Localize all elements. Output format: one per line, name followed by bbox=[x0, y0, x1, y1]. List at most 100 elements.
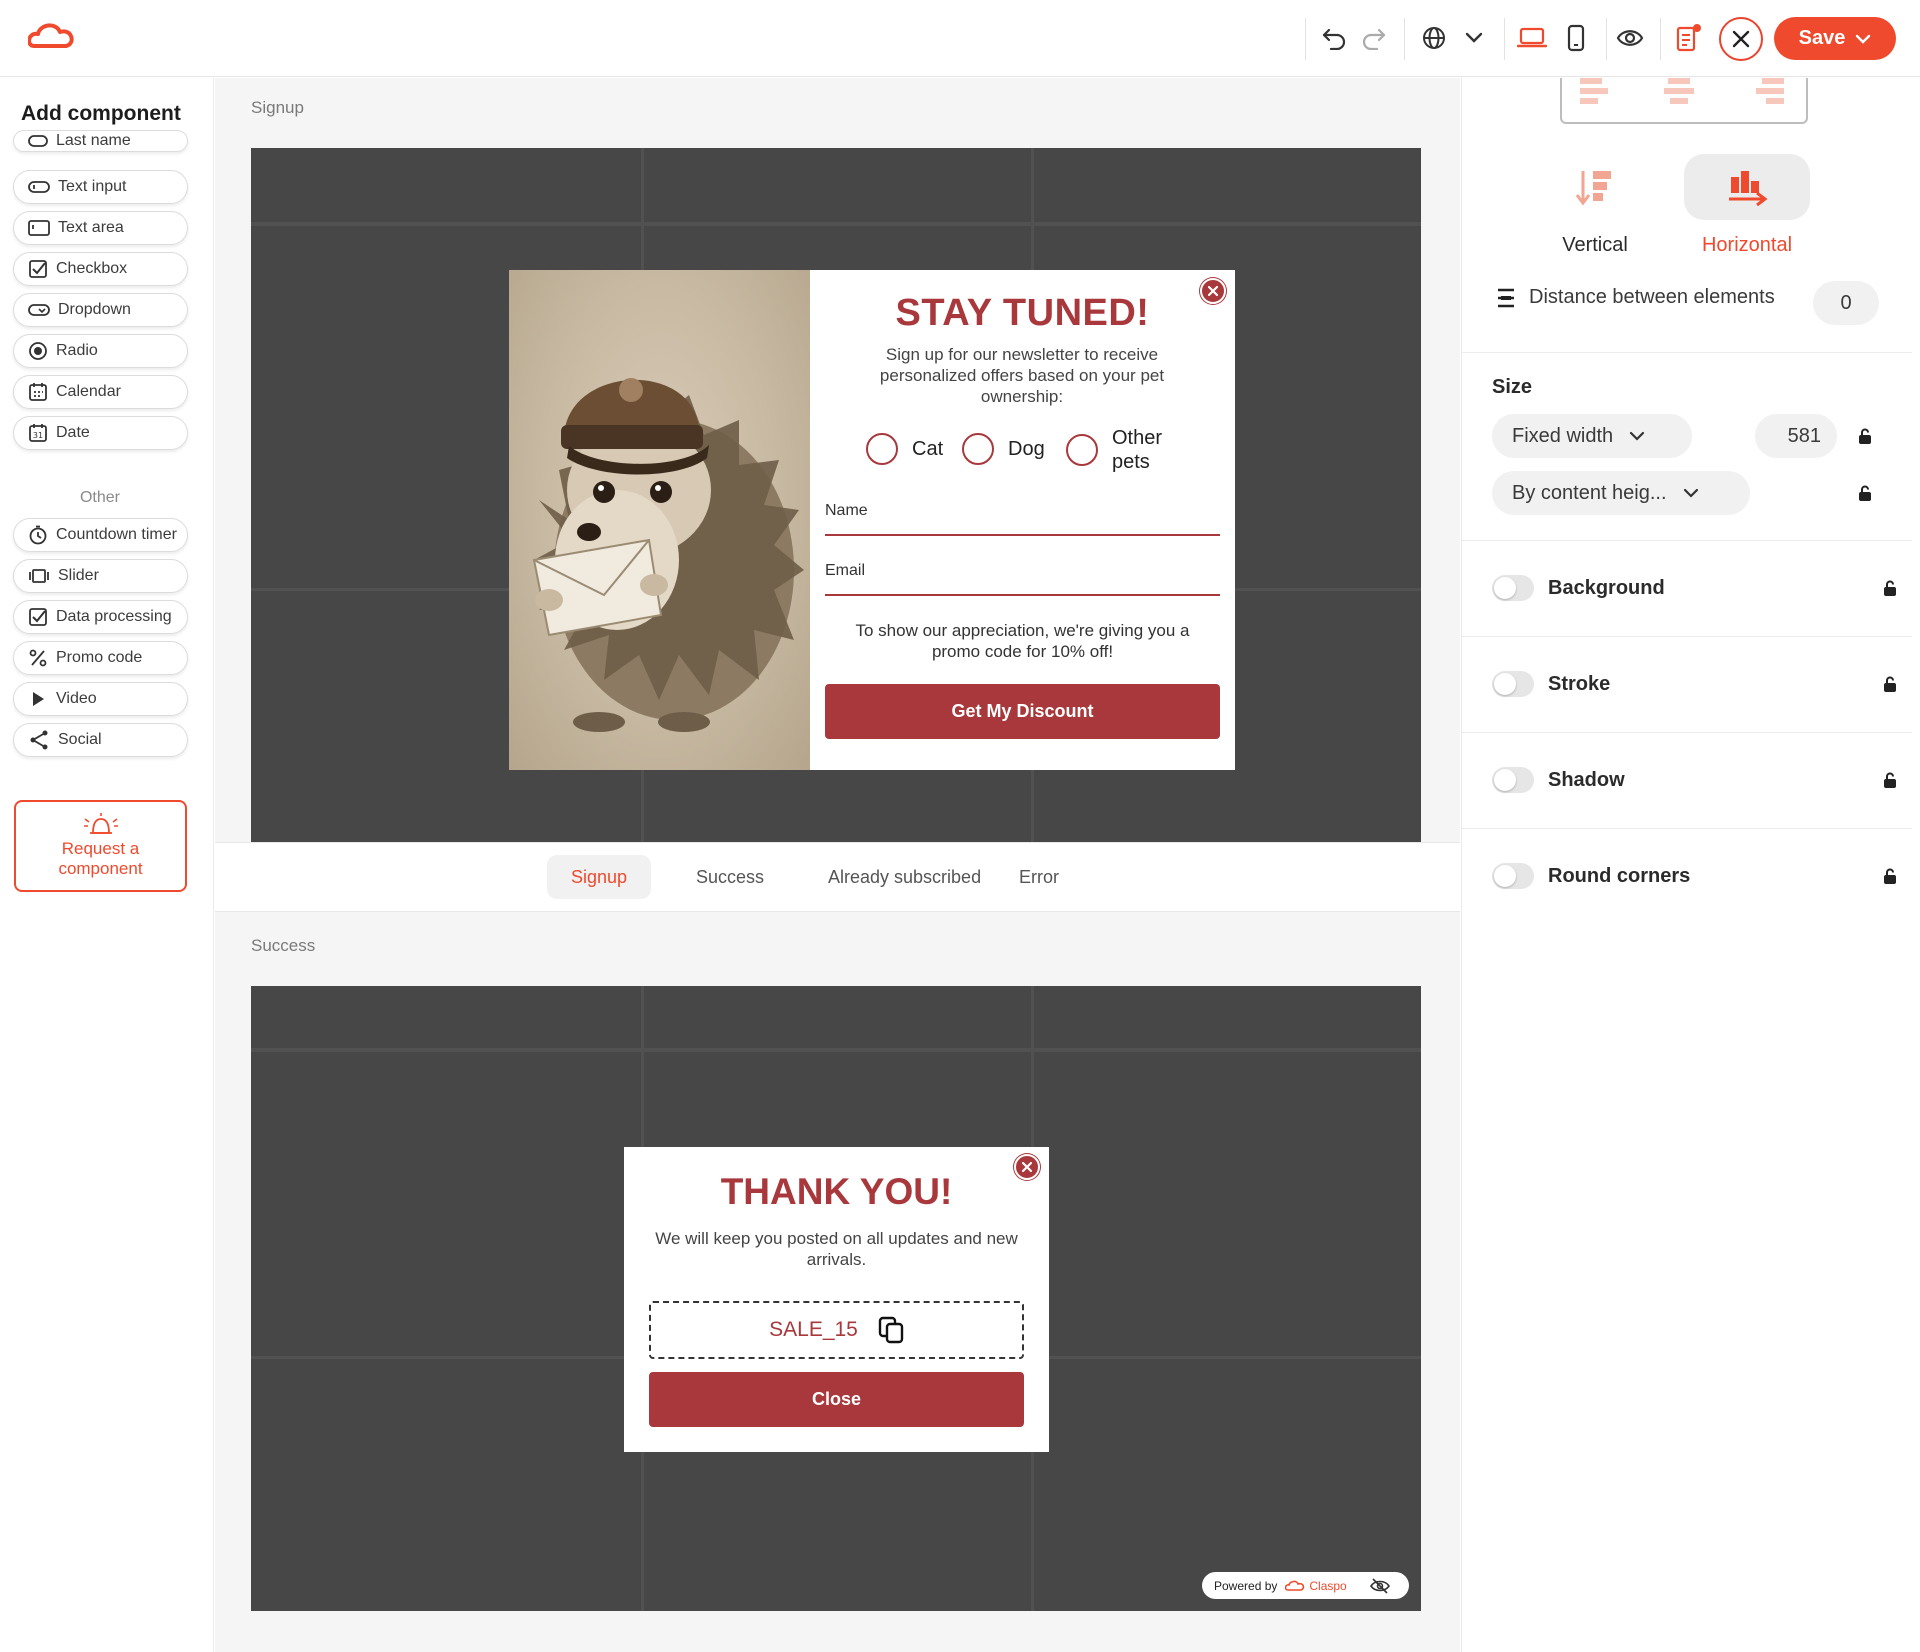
component-text-area[interactable]: Text area bbox=[13, 211, 188, 245]
request-component-button[interactable]: Request a component bbox=[14, 800, 187, 892]
radio-label: Other pets bbox=[1112, 427, 1163, 473]
email-field[interactable]: Email bbox=[825, 562, 1220, 596]
radio-option-other-pets[interactable]: Other pets bbox=[1066, 426, 1172, 474]
popup-subtitle: Sign up for our newsletter to receive pe… bbox=[879, 345, 1165, 406]
component-social[interactable]: Social bbox=[13, 723, 188, 757]
component-dropdown[interactable]: Dropdown bbox=[13, 293, 188, 327]
add-component-sidebar: Add component Last name Text input Text … bbox=[0, 78, 214, 1652]
tab-error[interactable]: Error bbox=[995, 855, 1083, 899]
component-video[interactable]: Video bbox=[13, 682, 188, 716]
save-button[interactable]: Save bbox=[1774, 17, 1896, 60]
lock-icon[interactable] bbox=[1883, 868, 1897, 884]
round-corners-toggle[interactable] bbox=[1492, 863, 1534, 889]
get-discount-button[interactable]: Get My Discount bbox=[825, 684, 1220, 739]
state-tabs: Signup Success Already subscribed Error bbox=[215, 842, 1460, 912]
lock-icon[interactable] bbox=[1883, 580, 1897, 596]
percent-icon bbox=[29, 649, 47, 667]
component-label: Date bbox=[56, 424, 90, 441]
distance-input[interactable]: 0 bbox=[1813, 281, 1879, 325]
close-icon bbox=[1732, 30, 1750, 48]
signup-section-label: Signup bbox=[251, 98, 304, 117]
undo-icon[interactable] bbox=[1316, 20, 1352, 56]
signup-stage[interactable]: STAY TUNED! Sign up for our newsletter t… bbox=[251, 148, 1421, 842]
brand-name: Claspo bbox=[1309, 1578, 1347, 1593]
globe-icon[interactable] bbox=[1416, 20, 1452, 56]
toggle-label: Stroke bbox=[1548, 672, 1611, 695]
chevron-down-icon bbox=[1856, 34, 1871, 44]
lock-icon[interactable] bbox=[1883, 772, 1897, 788]
component-last-name[interactable]: Last name bbox=[13, 130, 188, 152]
shadow-toggle[interactable] bbox=[1492, 767, 1534, 793]
component-data-processing[interactable]: Data processing bbox=[13, 600, 188, 634]
date-icon: 31 bbox=[29, 424, 47, 442]
component-text-input[interactable]: Text input bbox=[13, 170, 188, 204]
direction-horizontal-option[interactable]: Horizontal bbox=[1684, 154, 1810, 257]
lock-icon[interactable] bbox=[1858, 485, 1872, 501]
chevron-down-icon bbox=[1683, 488, 1698, 498]
distance-between-elements: Distance between elements bbox=[1495, 286, 1775, 309]
copy-icon[interactable] bbox=[878, 1316, 904, 1344]
component-calendar[interactable]: Calendar bbox=[13, 375, 188, 409]
stroke-toggle[interactable] bbox=[1492, 671, 1534, 697]
spacing-icon bbox=[1498, 288, 1514, 307]
grid-line bbox=[251, 222, 1421, 226]
text-input-icon bbox=[28, 181, 50, 193]
claspo-logo-icon bbox=[1285, 1580, 1305, 1591]
stroke-toggle-row: Stroke bbox=[1492, 671, 1897, 697]
name-field-label: Name bbox=[825, 502, 868, 519]
component-slider[interactable]: Slider bbox=[13, 559, 188, 593]
direction-horizontal-label: Horizontal bbox=[1701, 234, 1793, 256]
component-label: Data processing bbox=[56, 608, 172, 625]
signup-popup[interactable]: STAY TUNED! Sign up for our newsletter t… bbox=[509, 270, 1235, 770]
grid-line bbox=[251, 1048, 1421, 1052]
background-toggle[interactable] bbox=[1492, 575, 1534, 601]
radio-option-dog[interactable]: Dog bbox=[962, 433, 1045, 465]
lock-icon[interactable] bbox=[1858, 428, 1872, 444]
notes-icon[interactable] bbox=[1670, 20, 1706, 56]
divider bbox=[1462, 732, 1912, 733]
play-icon bbox=[33, 692, 44, 706]
alarm-bell-icon bbox=[83, 813, 118, 834]
direction-vertical-option[interactable]: Vertical bbox=[1532, 154, 1658, 257]
claspo-logo-icon[interactable] bbox=[28, 22, 76, 52]
success-popup[interactable]: THANK YOU! We will keep you posted on al… bbox=[624, 1147, 1049, 1452]
mobile-view-icon[interactable] bbox=[1558, 20, 1594, 56]
component-checkbox[interactable]: Checkbox bbox=[13, 252, 188, 286]
direction-vertical-label: Vertical bbox=[1562, 234, 1628, 256]
text-area-icon bbox=[28, 220, 50, 236]
horizontal-layout-icon bbox=[1684, 154, 1810, 220]
component-radio[interactable]: Radio bbox=[13, 334, 188, 368]
redo-icon[interactable] bbox=[1356, 20, 1392, 56]
language-chevron-down-icon[interactable] bbox=[1456, 20, 1492, 56]
success-stage[interactable]: THANK YOU! We will keep you posted on al… bbox=[251, 986, 1421, 1611]
tab-success[interactable]: Success bbox=[672, 855, 788, 899]
width-mode-select[interactable]: Fixed width bbox=[1492, 414, 1692, 458]
radio-option-cat[interactable]: Cat bbox=[866, 433, 943, 465]
alignment-preview-card[interactable] bbox=[1560, 78, 1808, 124]
component-promo-code[interactable]: Promo code bbox=[13, 641, 188, 675]
component-date[interactable]: 31 Date bbox=[13, 416, 188, 450]
radio-circle bbox=[1066, 434, 1098, 466]
desktop-view-icon[interactable] bbox=[1514, 20, 1550, 56]
width-value-input[interactable]: 581 bbox=[1755, 414, 1837, 458]
calendar-icon bbox=[29, 383, 47, 401]
component-countdown-timer[interactable]: Countdown timer bbox=[13, 518, 188, 552]
tab-already-subscribed[interactable]: Already subscribed bbox=[804, 855, 1005, 899]
shadow-toggle-row: Shadow bbox=[1492, 767, 1897, 793]
height-mode-value: By content heig... bbox=[1512, 481, 1667, 504]
hide-eye-icon[interactable] bbox=[1369, 1577, 1391, 1594]
preview-eye-icon[interactable] bbox=[1612, 20, 1648, 56]
tab-signup[interactable]: Signup bbox=[547, 855, 652, 899]
lock-icon[interactable] bbox=[1883, 676, 1897, 692]
editor-canvas: Signup STAY TUNED! Sign up for our newsl… bbox=[215, 78, 1460, 1652]
promo-note: To show our appreciation, we're giving y… bbox=[855, 621, 1190, 661]
toolbar-divider bbox=[1305, 18, 1306, 60]
close-editor-button[interactable] bbox=[1719, 17, 1763, 61]
height-mode-select[interactable]: By content heig... bbox=[1492, 471, 1750, 515]
alignment-options-icon bbox=[1580, 78, 1784, 104]
signup-form: STAY TUNED! Sign up for our newsletter t… bbox=[810, 270, 1235, 770]
name-field[interactable]: Name bbox=[825, 502, 1220, 536]
close-popup-button[interactable]: Close bbox=[649, 1372, 1024, 1427]
promo-code-box[interactable]: SALE_15 bbox=[649, 1301, 1024, 1359]
component-label: Slider bbox=[58, 567, 99, 584]
